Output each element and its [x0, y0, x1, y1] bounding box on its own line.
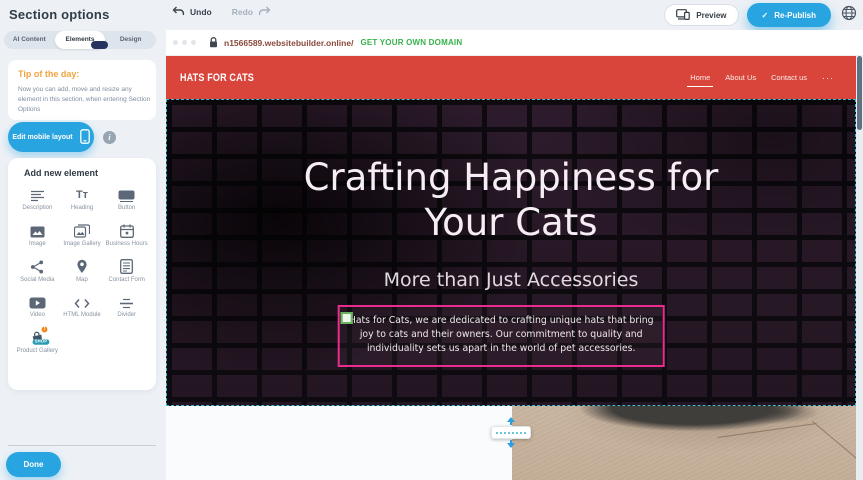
divider-icon [119, 293, 134, 309]
undo-icon [172, 6, 185, 18]
element-social-media[interactable]: Social Media [16, 258, 59, 285]
republish-label: Re-Publish [774, 11, 816, 20]
preview-button[interactable]: Preview [664, 4, 738, 26]
scrollbar-thumb[interactable] [857, 56, 862, 130]
nav-item-contact-us[interactable]: Contact us [771, 73, 807, 82]
paragraph-selection-box[interactable]: Hats for Cats, we are dedicated to craft… [338, 305, 665, 367]
republish-button[interactable]: ✓ Re-Publish [747, 3, 831, 27]
element-product-gallery[interactable]: ! SHOP Product Gallery [16, 329, 59, 356]
heading-icon: Tт [76, 186, 88, 202]
window-dot [182, 40, 187, 45]
preview-label: Preview [696, 11, 726, 20]
element-grid: Description Tт Heading Button Ima [16, 186, 148, 356]
text-lines-icon [30, 186, 45, 202]
tab-design[interactable]: Design [105, 31, 156, 49]
resize-grip[interactable] [491, 426, 531, 439]
element-heading[interactable]: Tт Heading [61, 186, 104, 213]
mobile-layout-row: Edit mobile layout i [8, 122, 116, 152]
cat-on-carpet-image [512, 406, 856, 480]
video-icon [29, 293, 46, 309]
element-html-module[interactable]: HTML Module [61, 293, 104, 320]
undo-button[interactable]: Undo [172, 6, 212, 18]
done-button[interactable]: Done [6, 452, 61, 477]
hero-subheading[interactable]: More than Just Accessories [167, 269, 855, 291]
map-pin-icon [76, 258, 88, 274]
lock-icon [209, 37, 218, 48]
devices-icon [676, 9, 690, 22]
redo-label: Redo [232, 7, 253, 17]
element-contact-form[interactable]: Contact Form [105, 258, 148, 285]
add-element-title: Add new element [24, 168, 98, 178]
site-nav: Home About Us Contact us ··· [690, 56, 834, 99]
element-divider[interactable]: Divider [105, 293, 148, 320]
canvas-scrollbar[interactable] [856, 56, 863, 480]
site-url: n1566589.websitebuilder.online/ [224, 38, 353, 48]
tip-body: Now you can add, move and resize any ele… [18, 85, 152, 115]
button-icon [118, 186, 135, 202]
sidebar-divider [8, 445, 156, 446]
globe-icon [841, 5, 857, 26]
add-element-panel: Add new element Description Tт Heading [8, 158, 156, 390]
edit-mobile-label: Edit mobile layout [12, 134, 72, 141]
site-logo[interactable]: HATS FOR CATS [180, 72, 254, 84]
form-icon [120, 258, 133, 274]
nav-item-about-us[interactable]: About Us [725, 73, 756, 82]
resize-arrow-down-icon [507, 443, 515, 448]
check-icon: ✓ [762, 11, 769, 20]
element-description[interactable]: Description [16, 186, 59, 213]
preview-canvas: n1566589.websitebuilder.online/ GET YOUR… [166, 30, 863, 480]
topbar-actions: Preview ✓ Re-Publish [664, 3, 859, 27]
element-button[interactable]: Button [105, 186, 148, 213]
window-dot [173, 40, 178, 45]
top-toolbar: Section options Undo Redo Preview [0, 0, 863, 30]
site-header[interactable]: HATS FOR CATS Home About Us Contact us ·… [166, 56, 856, 99]
edit-mobile-layout-button[interactable]: Edit mobile layout [8, 122, 94, 152]
calendar-icon [120, 222, 134, 238]
get-domain-link[interactable]: GET YOUR OWN DOMAIN [360, 38, 462, 47]
resize-arrow-stem [510, 422, 512, 425]
element-business-hours[interactable]: Business Hours [105, 222, 148, 249]
image-icon [30, 222, 45, 238]
phone-icon [80, 129, 90, 146]
element-drag-handle[interactable] [341, 312, 353, 324]
carpet-seam [717, 423, 816, 438]
element-video[interactable]: Video [16, 293, 59, 320]
tip-title: Tip of the day: [18, 69, 79, 79]
redo-icon [258, 6, 271, 18]
redo-button[interactable]: Redo [232, 6, 271, 18]
page-title: Section options [9, 7, 110, 22]
element-image[interactable]: Image [16, 222, 59, 249]
image-gallery-icon [74, 222, 90, 238]
section-resize-handle[interactable] [491, 417, 531, 448]
site-preview: HATS FOR CATS Home About Us Contact us ·… [166, 56, 856, 480]
element-image-gallery[interactable]: Image Gallery [61, 222, 104, 249]
editor-sidebar: AI Content Elements Design Tip of the da… [0, 30, 166, 480]
undo-redo-group: Undo Redo [172, 6, 271, 18]
carpet-seam [812, 421, 856, 468]
code-icon [74, 293, 90, 309]
new-badge-dot: ! [41, 327, 47, 333]
browser-bar: n1566589.websitebuilder.online/ GET YOUR… [166, 30, 863, 56]
share-icon [30, 258, 44, 274]
sidebar-tabs: AI Content Elements Design [4, 31, 156, 49]
nav-item-home[interactable]: Home [690, 73, 710, 82]
tip-of-the-day-card: Tip of the day: Now you can add, move an… [8, 60, 156, 120]
element-map[interactable]: Map [61, 258, 104, 285]
elements-tab-indicator [91, 41, 108, 49]
nav-more-menu[interactable]: ··· [822, 73, 834, 83]
website-builder-app: Section options Undo Redo Preview [0, 0, 863, 480]
window-dot [191, 40, 196, 45]
info-icon[interactable]: i [103, 131, 116, 144]
tab-ai-content[interactable]: AI Content [4, 31, 55, 49]
hero-section-selected[interactable]: Crafting Happiness for Your Cats More th… [166, 99, 856, 406]
hero-paragraph[interactable]: Hats for Cats, we are dedicated to craft… [345, 314, 658, 356]
undo-label: Undo [190, 7, 212, 17]
language-globe-button[interactable] [839, 5, 859, 25]
browser-window-dots [173, 40, 196, 45]
hero-heading[interactable]: Crafting Happiness for Your Cats [286, 155, 736, 245]
shopping-bag-icon: ! SHOP [31, 329, 44, 345]
shop-badge: SHOP [33, 339, 50, 345]
